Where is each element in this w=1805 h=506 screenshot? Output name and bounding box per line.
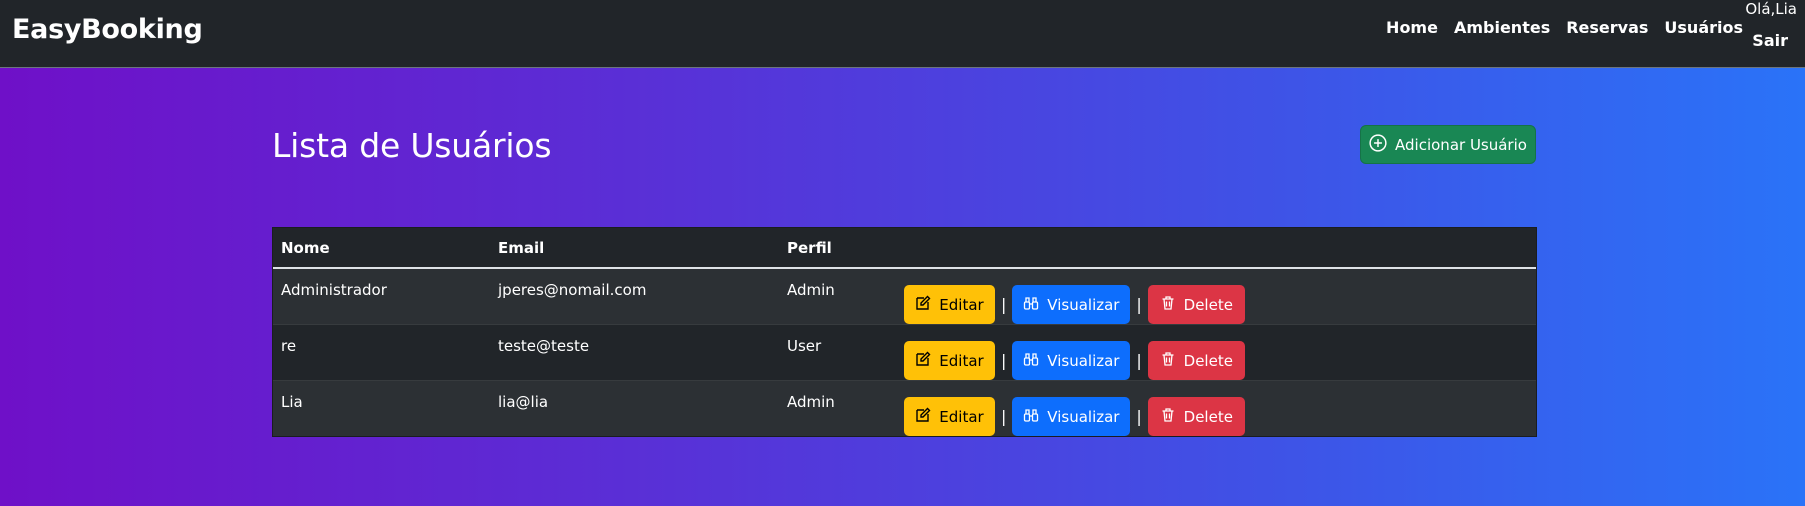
cell-actions: Editar | Visualizar | Delete <box>896 324 1536 381</box>
cell-actions: Editar | Visualizar | Delete <box>896 380 1536 436</box>
plus-circle-icon <box>1369 133 1387 156</box>
view-button[interactable]: Visualizar <box>1012 397 1131 436</box>
logout-link[interactable]: Sair <box>1752 31 1788 50</box>
cell-perfil: Admin <box>779 380 896 436</box>
separator: | <box>1136 295 1142 314</box>
brand-logo[interactable]: EasyBooking <box>12 14 203 45</box>
separator: | <box>1136 407 1142 426</box>
header-actions <box>896 228 1536 269</box>
delete-label: Delete <box>1183 295 1233 314</box>
separator: | <box>1136 351 1142 370</box>
view-label: Visualizar <box>1047 351 1120 370</box>
cell-perfil: Admin <box>779 267 896 325</box>
cell-email: teste@teste <box>490 324 779 381</box>
table-row: Administrador jperes@nomail.com Admin Ed… <box>273 267 1536 325</box>
view-button[interactable]: Visualizar <box>1012 341 1131 380</box>
edit-button[interactable]: Editar <box>904 285 995 324</box>
cell-perfil: User <box>779 324 896 381</box>
cell-actions: Editar | Visualizar | Delete <box>896 267 1536 325</box>
cell-nome: re <box>273 324 490 381</box>
edit-label: Editar <box>939 407 984 426</box>
edit-icon <box>915 295 931 315</box>
delete-label: Delete <box>1183 407 1233 426</box>
binoculars-icon <box>1023 295 1039 315</box>
add-user-label: Adicionar Usuário <box>1395 135 1527 154</box>
nav-link-reservas[interactable]: Reservas <box>1566 18 1648 37</box>
delete-button[interactable]: Delete <box>1147 397 1245 436</box>
cell-email: jperes@nomail.com <box>490 267 779 325</box>
delete-button[interactable]: Delete <box>1147 285 1245 324</box>
nav-link-home[interactable]: Home <box>1386 18 1438 37</box>
trash-icon <box>1160 407 1176 427</box>
view-label: Visualizar <box>1047 407 1120 426</box>
delete-label: Delete <box>1183 351 1233 370</box>
binoculars-icon <box>1023 351 1039 371</box>
header-nome: Nome <box>273 228 490 269</box>
navbar: EasyBooking Home Ambientes Reservas Usuá… <box>0 0 1805 68</box>
edit-icon <box>915 407 931 427</box>
cell-nome: Administrador <box>273 267 490 325</box>
user-greeting: Olá,Lia <box>1745 0 1797 18</box>
header-perfil: Perfil <box>779 228 896 269</box>
edit-icon <box>915 351 931 371</box>
nav-links: Home Ambientes Reservas Usuários <box>1386 18 1743 37</box>
table-header-row: Nome Email Perfil <box>273 228 1536 269</box>
view-label: Visualizar <box>1047 295 1120 314</box>
nav-link-usuarios[interactable]: Usuários <box>1664 18 1743 37</box>
separator: | <box>1001 295 1007 314</box>
cell-email: lia@lia <box>490 380 779 436</box>
delete-button[interactable]: Delete <box>1147 341 1245 380</box>
table-row: re teste@teste User Editar | Visualizar <box>273 324 1536 381</box>
table-row: Lia lia@lia Admin Editar | Visualizar | … <box>273 380 1536 436</box>
add-user-button[interactable]: Adicionar Usuário <box>1360 125 1536 164</box>
edit-label: Editar <box>939 351 984 370</box>
separator: | <box>1001 351 1007 370</box>
nav-link-ambientes[interactable]: Ambientes <box>1454 18 1550 37</box>
trash-icon <box>1160 351 1176 371</box>
edit-label: Editar <box>939 295 984 314</box>
users-table: Nome Email Perfil Administrador jperes@n… <box>272 227 1537 437</box>
edit-button[interactable]: Editar <box>904 397 995 436</box>
cell-nome: Lia <box>273 380 490 436</box>
binoculars-icon <box>1023 407 1039 427</box>
separator: | <box>1001 407 1007 426</box>
trash-icon <box>1160 295 1176 315</box>
page-title: Lista de Usuários <box>272 126 552 165</box>
header-email: Email <box>490 228 779 269</box>
view-button[interactable]: Visualizar <box>1012 285 1131 324</box>
edit-button[interactable]: Editar <box>904 341 995 380</box>
